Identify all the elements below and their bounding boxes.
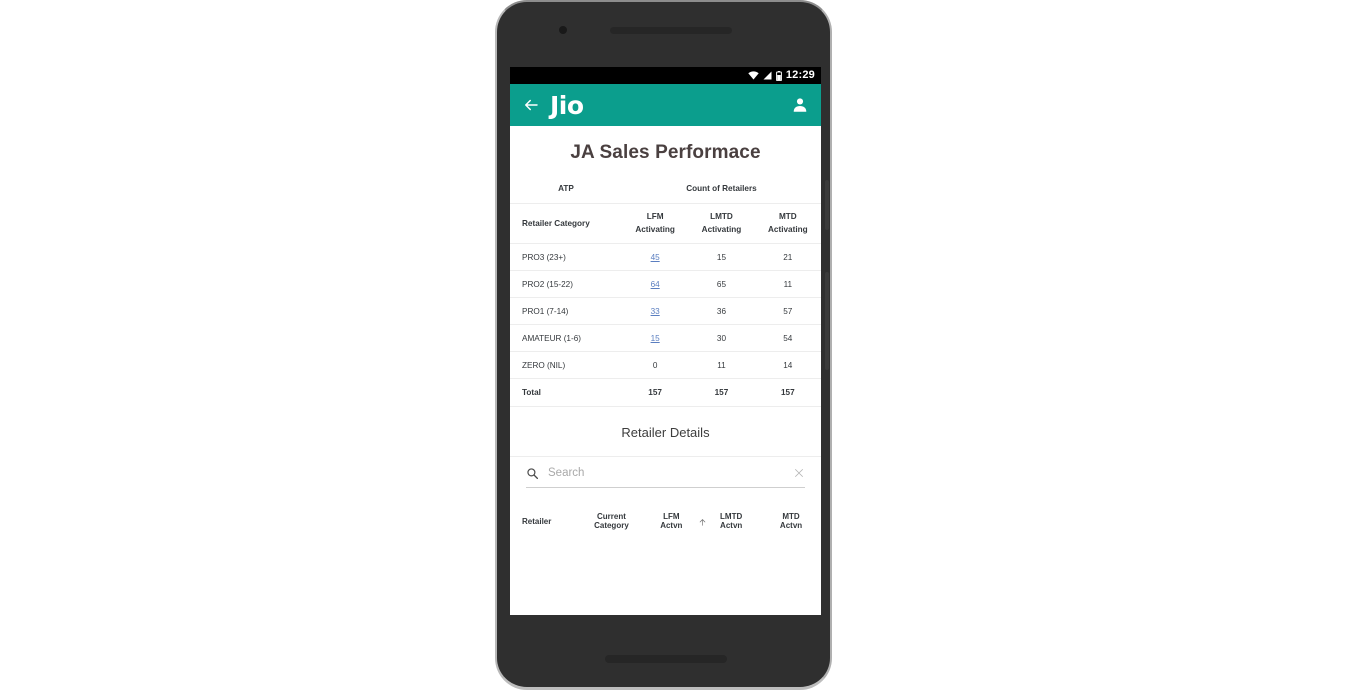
- cell-total-lmtd: 157: [688, 378, 755, 406]
- screenshot-canvas: 12:29 Jio JA Sales Performace ATP Count …: [0, 0, 1360, 690]
- cell-lmtd-activating: 11: [688, 351, 755, 379]
- cell-retailer-category: AMATEUR (1-6): [510, 324, 622, 352]
- table-row: AMATEUR (1-6) 15 30 54: [510, 324, 821, 352]
- cell-mtd-activating: 14: [754, 351, 821, 379]
- cell-total-lfm: 157: [621, 378, 689, 406]
- column-header-current-category[interactable]: Current Category: [581, 499, 642, 542]
- column-header-mtd-activating[interactable]: MTD Activating: [754, 203, 821, 244]
- group-header-count: Count of Retailers: [686, 184, 757, 193]
- cell-lmtd-activating: 65: [688, 270, 755, 298]
- table-row: PRO3 (23+) 45 15 21: [510, 243, 821, 271]
- drilldown-link[interactable]: 64: [651, 280, 660, 289]
- retailer-header-row: Retailer Current Category LFM Actvn LMTD…: [510, 499, 821, 542]
- column-header-line2: Actvn: [660, 521, 683, 531]
- back-arrow-icon[interactable]: [522, 96, 540, 114]
- drilldown-link[interactable]: 45: [651, 253, 660, 262]
- phone-screen: 12:29 Jio JA Sales Performace ATP Count …: [510, 67, 821, 615]
- cell-lmtd-activating: 30: [688, 324, 755, 352]
- column-header-lfm-actvn[interactable]: LFM Actvn: [641, 499, 706, 542]
- table-row-total: Total 157 157 157: [510, 378, 821, 406]
- column-header-line2: Activating: [635, 224, 675, 234]
- battery-icon: [775, 70, 782, 81]
- search-area: [510, 455, 821, 488]
- cell-mtd-activating: 54: [754, 324, 821, 352]
- search-icon[interactable]: [526, 467, 539, 480]
- cell-lfm-activating[interactable]: 45: [621, 243, 689, 271]
- column-header-lfm-activating[interactable]: LFM Activating: [621, 203, 689, 244]
- group-header-atp: ATP: [558, 184, 574, 193]
- column-header-line1: LMTD: [710, 211, 733, 221]
- cell-mtd-activating: 21: [754, 243, 821, 271]
- jio-brand-logo: Jio: [550, 90, 584, 120]
- front-camera-icon: [559, 26, 567, 34]
- cell-retailer-category: ZERO (NIL): [510, 351, 622, 379]
- cell-lfm-activating: 0: [621, 351, 689, 379]
- summary-group-header: ATP Count of Retailers: [510, 164, 821, 203]
- column-header-label: Retailer Category: [522, 219, 590, 228]
- retailer-details-table: Retailer Current Category LFM Actvn LMTD…: [510, 499, 821, 542]
- table-row: PRO2 (15-22) 64 65 11: [510, 270, 821, 298]
- cell-total-label: Total: [510, 378, 622, 406]
- cell-total-mtd: 157: [754, 378, 821, 406]
- column-header-line2: Actvn: [779, 521, 803, 531]
- status-bar-clock: 12:29: [785, 69, 815, 81]
- cell-lfm-activating[interactable]: 64: [621, 270, 689, 298]
- table-row: ZERO (NIL) 0 11 14: [510, 351, 821, 379]
- cell-lmtd-activating: 36: [688, 297, 755, 325]
- wifi-icon: [748, 71, 759, 80]
- column-header-line1: LMTD: [720, 512, 743, 522]
- column-header-line2: Actvn: [720, 521, 743, 531]
- column-header-line1: LFM: [646, 211, 664, 221]
- column-header-line2: Activating: [768, 224, 808, 234]
- column-header-line1: Retailer: [522, 516, 552, 526]
- column-header-lmtd-activating[interactable]: LMTD Activating: [688, 203, 755, 244]
- person-icon[interactable]: [791, 96, 809, 114]
- cell-lfm-activating[interactable]: 33: [621, 297, 689, 325]
- column-header-mtd-actvn[interactable]: MTD Actvn: [761, 499, 821, 542]
- app-bar: Jio: [510, 84, 821, 126]
- earpiece-speaker: [610, 27, 732, 34]
- cell-retailer-category: PRO3 (23+): [510, 243, 622, 271]
- scrollbar-thumb[interactable]: [825, 180, 829, 230]
- phone-device-frame: 12:29 Jio JA Sales Performace ATP Count …: [495, 0, 832, 690]
- status-bar: 12:29: [510, 67, 821, 84]
- summary-table: Retailer Category LFM Activating LMTD Ac…: [510, 203, 821, 406]
- search-input[interactable]: [539, 467, 793, 479]
- cell-mtd-activating: 11: [754, 270, 821, 298]
- scrollbar-track-segment[interactable]: [825, 272, 829, 370]
- column-header-line1: MTD: [778, 211, 797, 221]
- column-header-lmtd-actvn[interactable]: LMTD Actvn: [701, 499, 762, 542]
- table-row: PRO1 (7-14) 33 36 57: [510, 297, 821, 325]
- drilldown-link[interactable]: 33: [651, 307, 660, 316]
- cell-retailer-category: PRO2 (15-22): [510, 270, 622, 298]
- column-header-line1: LFM: [663, 512, 680, 522]
- column-header-line1: Current: [597, 512, 626, 522]
- page-content: JA Sales Performace ATP Count of Retaile…: [510, 126, 821, 615]
- page-title: JA Sales Performace: [570, 142, 761, 163]
- column-header-line1: MTD: [782, 512, 800, 522]
- cell-mtd-activating: 57: [754, 297, 821, 325]
- bottom-speaker: [605, 655, 727, 663]
- cell-retailer-category: PRO1 (7-14): [510, 297, 622, 325]
- retailer-details-title: Retailer Details: [621, 424, 710, 440]
- close-icon[interactable]: [793, 467, 805, 479]
- cell-lfm-activating[interactable]: 15: [621, 324, 689, 352]
- cell-lmtd-activating: 15: [688, 243, 755, 271]
- signal-icon: [763, 71, 772, 80]
- column-header-retailer[interactable]: Retailer: [510, 499, 582, 542]
- search-row: [526, 467, 805, 488]
- column-header-retailer-category[interactable]: Retailer Category: [510, 203, 622, 244]
- column-header-line2: Activating: [701, 224, 742, 234]
- summary-header-row: Retailer Category LFM Activating LMTD Ac…: [510, 203, 821, 244]
- column-header-line2: Category: [594, 521, 629, 531]
- drilldown-link[interactable]: 15: [651, 334, 660, 343]
- summary-table-body: PRO3 (23+) 45 15 21 PRO2 (15-22) 64 65 11 PRO1 (…: [510, 243, 821, 406]
